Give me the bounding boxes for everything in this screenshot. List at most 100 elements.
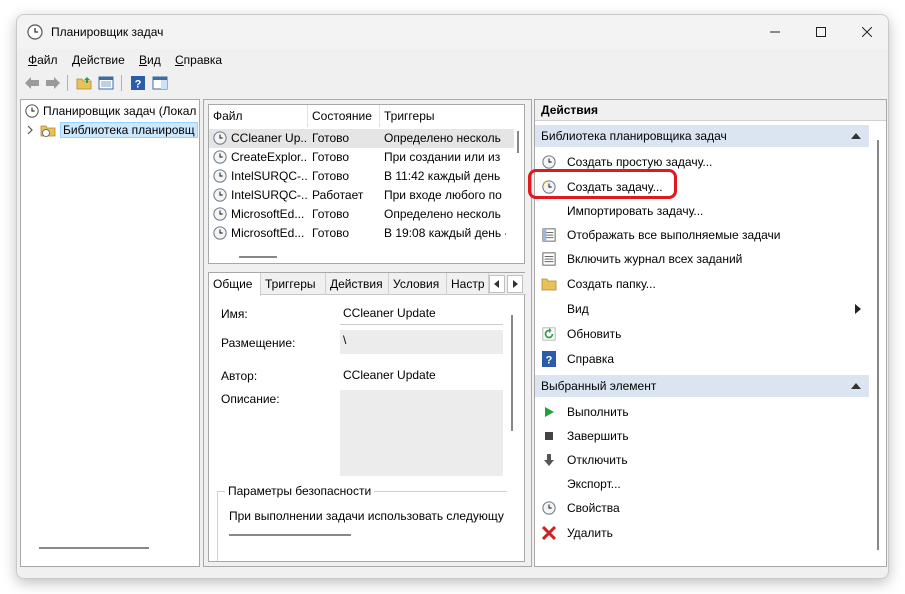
- minimize-button[interactable]: [752, 15, 798, 49]
- section-selected-item[interactable]: Выбранный элемент: [535, 375, 869, 397]
- action-pane-button[interactable]: [150, 73, 170, 93]
- action-icon-slot: [541, 251, 557, 267]
- triangle-left-icon: [494, 280, 499, 288]
- tab-scroll-right-button[interactable]: [507, 275, 523, 293]
- view-menu-action[interactable]: Вид: [535, 297, 869, 321]
- delete-action[interactable]: Удалить: [535, 521, 869, 545]
- tab-conditions[interactable]: Условия: [389, 273, 447, 295]
- chevron-right-icon[interactable]: [25, 125, 35, 135]
- import-task-action[interactable]: Импортировать задачу...: [535, 199, 869, 223]
- details-tab-strip: Общие Триггеры Действия Условия Настр: [209, 273, 526, 296]
- name-field[interactable]: CCleaner Update: [340, 303, 503, 325]
- horizontal-scrollbar[interactable]: [229, 534, 351, 536]
- task-status: Работает: [312, 188, 364, 202]
- collapse-icon[interactable]: [851, 133, 861, 139]
- show-hide-tree-button[interactable]: [96, 73, 116, 93]
- name-label: Имя:: [221, 307, 248, 321]
- author-field[interactable]: CCleaner Update: [340, 365, 503, 387]
- security-text: При выполнении задачи использовать следу…: [229, 509, 504, 523]
- menu-action[interactable]: Действие: [72, 53, 125, 67]
- task-icon: [213, 150, 227, 167]
- help-icon: ?: [131, 76, 145, 91]
- task-name: IntelSURQC-...: [231, 188, 307, 202]
- export-action[interactable]: Экспорт...: [535, 472, 869, 496]
- vertical-scrollbar[interactable]: [511, 315, 513, 431]
- back-button[interactable]: [22, 73, 42, 93]
- menu-bar: Файл Действие Вид Справка: [17, 49, 888, 71]
- tab-actions[interactable]: Действия: [326, 273, 389, 295]
- task-trigger: В 11:42 каждый день: [384, 169, 501, 183]
- vertical-scrollbar[interactable]: [517, 131, 519, 153]
- clock-icon: [27, 24, 43, 40]
- horizontal-scrollbar[interactable]: [39, 547, 149, 549]
- action-icon-slot: [541, 326, 557, 342]
- run-icon: [545, 407, 554, 417]
- action-icon-slot: [541, 452, 557, 468]
- action-icon-slot: [541, 500, 557, 516]
- security-title: Параметры безопасности: [225, 484, 375, 498]
- task-name: MicrosoftEd...: [231, 207, 305, 221]
- tab-settings[interactable]: Настр: [447, 273, 489, 295]
- description-field[interactable]: [340, 390, 503, 476]
- tab-general[interactable]: Общие: [209, 273, 261, 296]
- action-label: Обновить: [567, 327, 622, 341]
- properties-action[interactable]: Свойства: [535, 496, 869, 520]
- tree-item-library[interactable]: Библиотека планировщ: [25, 121, 198, 139]
- up-folder-button[interactable]: [74, 73, 94, 93]
- arrow-right-icon: [46, 77, 60, 89]
- action-icon-slot: ?: [541, 351, 557, 367]
- maximize-button[interactable]: [798, 15, 844, 49]
- refresh-action[interactable]: Обновить: [535, 322, 869, 346]
- run-action[interactable]: Выполнить: [535, 400, 869, 424]
- action-icon-slot: [541, 428, 557, 444]
- forward-button[interactable]: [43, 73, 63, 93]
- menu-file[interactable]: Файл: [28, 53, 58, 67]
- table-row[interactable]: CCleaner Up... Готово Определено несколь: [209, 129, 514, 148]
- tab-scroll-left-button[interactable]: [489, 275, 505, 293]
- help-icon: ?: [542, 351, 556, 367]
- task-icon: [213, 226, 227, 243]
- refresh-icon: [542, 327, 556, 341]
- highlight-create-task: [528, 169, 677, 199]
- show-running-tasks-action[interactable]: Отображать все выполняемые задачи: [535, 223, 869, 247]
- table-row[interactable]: MicrosoftEd... Готово Определено несколь: [209, 205, 514, 224]
- column-header-triggers[interactable]: Триггеры: [380, 105, 510, 127]
- disable-action[interactable]: Отключить: [535, 448, 869, 472]
- menu-view[interactable]: Вид: [139, 53, 161, 67]
- clock-icon: [213, 226, 227, 240]
- close-button[interactable]: [844, 15, 888, 49]
- column-header-file[interactable]: Файл: [209, 105, 307, 127]
- location-field[interactable]: \: [340, 330, 503, 354]
- horizontal-scrollbar[interactable]: [239, 256, 277, 258]
- table-row[interactable]: CreateExplor... Готово При создании или из: [209, 148, 514, 167]
- event-log-icon: [542, 252, 556, 266]
- maximize-icon: [816, 27, 826, 37]
- column-header-status[interactable]: Состояние: [308, 105, 379, 127]
- task-trigger: При входе любого по: [384, 188, 502, 202]
- console-tree-icon: [98, 76, 114, 90]
- help-action[interactable]: ? Справка: [535, 347, 869, 371]
- help-button[interactable]: ?: [128, 73, 148, 93]
- toolbar-separator: [67, 75, 68, 91]
- tree-item-root[interactable]: Планировщик задач (Локал: [25, 102, 196, 120]
- menu-action-accel: Д: [72, 53, 81, 67]
- vertical-scrollbar[interactable]: [877, 140, 879, 550]
- action-icon-slot: [541, 404, 557, 420]
- close-icon: [862, 27, 872, 37]
- table-row[interactable]: IntelSURQC-... Работает При входе любого п…: [209, 186, 514, 205]
- enable-history-action[interactable]: Включить журнал всех заданий: [535, 247, 869, 271]
- table-row[interactable]: MicrosoftEd... Готово В 19:08 каждый день …: [209, 224, 514, 243]
- author-label: Автор:: [221, 369, 258, 383]
- task-name: CCleaner Up...: [231, 131, 307, 145]
- task-status: Готово: [312, 131, 350, 145]
- tab-triggers[interactable]: Триггеры: [261, 273, 326, 295]
- menu-help[interactable]: Справка: [175, 53, 222, 67]
- menu-view-label: ид: [147, 53, 161, 67]
- collapse-icon[interactable]: [851, 383, 861, 389]
- section-library[interactable]: Библиотека планировщика задач: [535, 125, 869, 147]
- end-action[interactable]: Завершить: [535, 424, 869, 448]
- table-row[interactable]: IntelSURQC-... Готово В 11:42 каждый день: [209, 167, 514, 186]
- new-folder-action[interactable]: Создать папку...: [535, 272, 869, 296]
- action-icon-slot: [541, 276, 557, 292]
- action-label: Включить журнал всех заданий: [567, 252, 743, 266]
